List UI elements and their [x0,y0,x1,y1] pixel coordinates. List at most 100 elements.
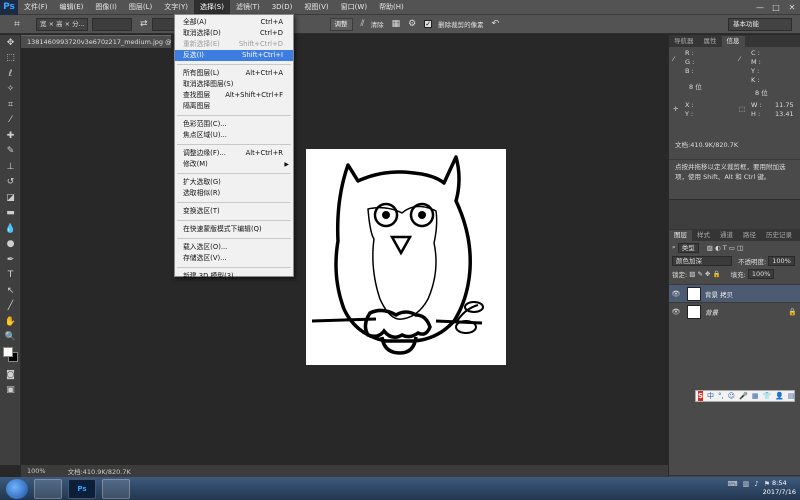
color-swatches[interactable] [0,345,21,367]
select-menu-item[interactable]: 变换选区(T) [175,206,293,217]
select-menu-item[interactable]: 查找图层 Alt+Shift+Ctrl+F [175,90,293,101]
straighten-icon[interactable]: ⫽ [361,19,365,29]
taskbar-folder-icon[interactable] [102,478,130,499]
select-menu-item[interactable]: 修改(M) ▶ [175,159,293,170]
workspace-select[interactable]: 基本功能 [728,18,792,31]
select-menu-item[interactable]: 载入选区(O)... [175,242,293,253]
select-menu-item[interactable]: 调整边缘(F)... Alt+Ctrl+R [175,148,293,159]
filter-type-icon[interactable]: T [723,244,727,252]
blend-mode-select[interactable]: 颜色加深 [672,255,732,266]
eye-icon[interactable]: 👁 [669,308,683,316]
layer-row-background[interactable]: 👁 背景 🔒 [669,302,800,320]
taskbar-browser-icon[interactable] [34,478,62,499]
lock-all-icon[interactable]: 🔒 [713,270,721,278]
ime-keyboard-icon[interactable]: ▦ [752,392,759,400]
settings-gear-icon[interactable]: ⚙ [408,19,416,29]
ime-voice-icon[interactable]: 🎤 [739,392,748,400]
ime-menu-icon[interactable]: ▤ [788,392,795,400]
tray-network-icon[interactable]: ▥ [743,480,750,488]
line-tool-icon[interactable]: ╱ [0,299,21,315]
tab-styles[interactable]: 样式 [692,230,715,241]
menu-type[interactable]: 文字(Y) [158,0,194,15]
select-menu-item[interactable]: 取消选择图层(S) [175,79,293,90]
fill-input[interactable]: 100% [747,268,775,279]
reset-icon[interactable]: ↶ [492,19,500,29]
select-menu-item[interactable]: 选取相似(R) [175,188,293,199]
ime-emoji-icon[interactable]: ☺ [728,392,735,400]
layer-row-background-copy[interactable]: 👁 背景 拷贝 [669,284,800,302]
quick-mask-icon[interactable]: ◙ [0,367,21,383]
sogou-logo-icon[interactable]: S [698,391,704,401]
filter-pixel-icon[interactable]: ▨ [707,244,713,252]
move-tool-icon[interactable]: ✥ [0,35,21,51]
select-menu-item[interactable]: 新建 3D 模型(3) [175,271,293,282]
start-button-icon[interactable] [6,478,28,499]
brush-tool-icon[interactable]: ✎ [0,144,21,160]
ime-punctuation-icon[interactable]: °, [718,392,724,400]
filter-adjust-icon[interactable]: ◐ [715,244,721,252]
taskbar-clock[interactable]: 8:54 2017/7/16 [763,479,796,497]
straighten-label[interactable]: 清除 [371,19,384,29]
lock-pixels-icon[interactable]: ▨ [689,270,695,278]
filter-shape-icon[interactable]: ▭ [729,244,735,252]
select-menu-item[interactable]: 色彩范围(C)... [175,119,293,130]
tab-properties[interactable]: 属性 [699,36,722,47]
menu-window[interactable]: 窗口(W) [335,0,373,15]
ime-user-icon[interactable]: 👤 [775,392,784,400]
select-menu-item[interactable]: 所有图层(L) Alt+Ctrl+A [175,68,293,79]
marquee-tool-icon[interactable]: ⬚ [0,51,21,67]
select-menu-item[interactable]: 焦点区域(U)... [175,130,293,141]
tab-channels[interactable]: 通道 [715,230,738,241]
select-menu-item[interactable]: 取消选择(D) Ctrl+D [175,28,293,39]
tab-layers[interactable]: 图层 [669,230,692,241]
opacity-input[interactable]: 100% [768,255,795,266]
maximize-icon[interactable]: □ [768,0,784,15]
zoom-tool-icon[interactable]: 🔍 [0,330,21,346]
delete-cropped-checkbox[interactable]: ✓ [424,20,433,28]
close-icon[interactable]: ✕ [784,0,800,15]
history-brush-icon[interactable]: ↺ [0,175,21,191]
swap-icon[interactable]: ⇄ [140,19,148,29]
crop-ratio-select[interactable]: 宽 × 高 × 分... [36,17,88,31]
select-menu-item[interactable]: 存储选区(V)... [175,253,293,264]
eraser-tool-icon[interactable]: ◪ [0,190,21,206]
document-tab[interactable]: 1381460993720v3e670z217_medium.jpg @ 100… [21,35,171,48]
crop-width-input[interactable] [92,17,132,31]
lock-move-icon[interactable]: ✥ [705,270,710,278]
select-menu-item[interactable]: 重新选择(E) Shift+Ctrl+D [175,39,293,50]
eye-icon[interactable]: 👁 [669,290,683,298]
tab-paths[interactable]: 路径 [738,230,761,241]
grid-overlay-icon[interactable]: ▦ [392,19,401,29]
minimize-icon[interactable]: — [752,0,768,15]
menu-3d[interactable]: 3D(D) [266,0,299,15]
select-menu-item[interactable]: 全部(A) Ctrl+A [175,17,293,28]
type-tool-icon[interactable]: T [0,268,21,284]
tray-keyboard-icon[interactable]: ⌨ [728,480,738,488]
dodge-tool-icon[interactable]: ● [0,237,21,253]
crop-tool-icon[interactable]: ⌗ [0,97,21,113]
blur-tool-icon[interactable]: 💧 [0,221,21,237]
select-menu-item[interactable]: 扩大选取(G) [175,177,293,188]
filter-smart-icon[interactable]: ◫ [737,244,743,252]
ime-skin-icon[interactable]: 👕 [762,392,771,400]
hand-tool-icon[interactable]: ✋ [0,314,21,330]
magic-wand-icon[interactable]: ✧ [0,82,21,98]
menu-view[interactable]: 视图(V) [298,0,334,15]
menu-filter[interactable]: 滤镜(T) [230,0,266,15]
screen-mode-icon[interactable]: ▣ [0,383,21,399]
lock-paint-icon[interactable]: ✎ [698,270,703,278]
tab-navigator[interactable]: 导航器 [669,36,699,47]
zoom-level[interactable]: 100% [27,467,46,475]
pen-tool-icon[interactable]: ✒ [0,252,21,268]
path-selection-icon[interactable]: ↖ [0,283,21,299]
layer-kind-select[interactable]: 类型 [677,242,699,253]
taskbar-photoshop-icon[interactable]: Ps [68,478,96,499]
gradient-tool-icon[interactable]: ▬ [0,206,21,222]
tab-history[interactable]: 历史记录 [761,230,797,241]
tab-info[interactable]: 信息 [721,36,745,47]
image-canvas[interactable] [306,149,506,365]
front-image-button[interactable]: 调整 [329,17,353,31]
clone-stamp-icon[interactable]: ⊥ [0,159,21,175]
select-menu-item[interactable]: 反选(I) Shift+Ctrl+I [175,50,293,61]
eyedropper-icon[interactable]: ⁄ [0,113,21,129]
